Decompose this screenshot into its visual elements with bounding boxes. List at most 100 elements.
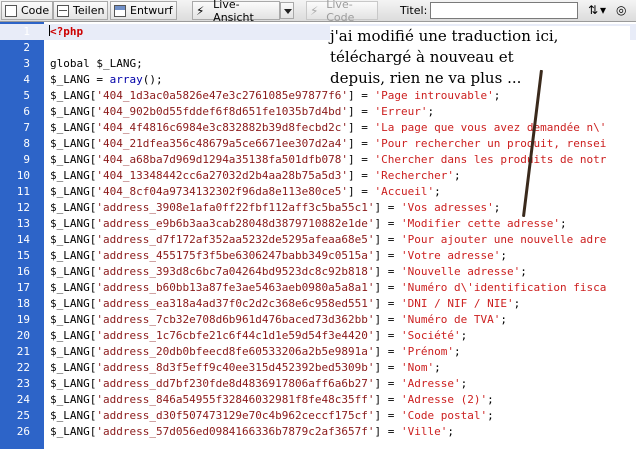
code-token: ] = xyxy=(348,105,375,118)
line-number: 26 xyxy=(16,425,30,438)
code-token: 'address_dd7bf230fde8d4836917806aff6a6b2… xyxy=(96,377,375,390)
line-code: $_LANG['address_3908e1afa0ff22fbf112aff3… xyxy=(50,200,500,216)
line-number: 4 xyxy=(23,73,30,86)
code-token: $_LANG[ xyxy=(50,329,97,342)
annotation-line-2: téléchargé à nouveau et xyxy=(330,48,514,66)
code-token: 'address_455175f3f5be6306247babb349c0515… xyxy=(96,249,375,262)
line-code: $_LANG['address_ea318a4ad37f0c2d2c368e6c… xyxy=(50,296,520,312)
code-line[interactable]: 11 $_LANG['404_8cf04a9734132302f96da8e113… xyxy=(0,184,636,200)
code-line[interactable]: 13 $_LANG['address_e9b6b3aa3cab28048d3879… xyxy=(0,216,636,232)
code-token: 'address_3908e1afa0ff22fbf112aff3c5ba55c… xyxy=(96,201,375,214)
file-management-dropdown-icon[interactable]: ▾ xyxy=(600,3,606,17)
code-token: 'Ville' xyxy=(401,425,448,438)
code-line[interactable]: 26 $_LANG['address_57d056ed0984166336b787… xyxy=(0,424,636,440)
code-token: ] = xyxy=(374,233,402,246)
code-token: 'Société' xyxy=(401,329,461,342)
code-token: 'Modifier cette adresse' xyxy=(401,217,560,230)
code-token: $_LANG[ xyxy=(50,217,97,230)
code-line[interactable]: 14 $_LANG['address_d7f172af352aa5232de529… xyxy=(0,232,636,248)
design-view-label: Entwurf xyxy=(130,4,173,17)
code-line[interactable]: 23 $_LANG['address_dd7bf230fde8d483691780… xyxy=(0,376,636,392)
code-token: 'Numéro de TVA' xyxy=(401,313,501,326)
code-line[interactable]: 22 $_LANG['address_8d3f5eff9c40ee315d4523… xyxy=(0,360,636,376)
line-code: $_LANG['address_d7f172af352aa5232de5295a… xyxy=(50,232,606,248)
code-token: ] = xyxy=(374,329,402,342)
split-view-label: Teilen xyxy=(73,4,105,17)
code-line[interactable]: 25 $_LANG['address_d30f507473129e70c4b962… xyxy=(0,408,636,424)
code-line[interactable]: 8 $_LANG['404_21dfea356c48679a5ce6671ee30… xyxy=(0,136,636,152)
split-view-button[interactable]: Teilen xyxy=(53,1,109,20)
line-code: $_LANG['404_8cf04a9734132302f96da8e113e8… xyxy=(50,184,441,200)
code-line[interactable]: 20 $_LANG['address_1c76cbfe21c6f44c1d1e59… xyxy=(0,328,636,344)
title-input[interactable] xyxy=(430,2,578,19)
line-code: global $_LANG; xyxy=(50,56,143,72)
code-token: $_LANG[ xyxy=(50,345,97,358)
code-token: $_LANG[ xyxy=(50,377,97,390)
code-token: ; xyxy=(454,345,461,358)
code-token: ; xyxy=(460,377,468,390)
code-line[interactable]: 16 $_LANG['address_393d8c6bc7a04264bd9523… xyxy=(0,264,636,280)
code-token: 'Chercher dans les produits de notr xyxy=(374,153,607,166)
code-token: $_LANG[ xyxy=(50,169,97,182)
code-line[interactable]: 15 $_LANG['address_455175f3f5be6306247bab… xyxy=(0,248,636,264)
code-line[interactable]: 24 $_LANG['address_846a54955f32846032981f… xyxy=(0,392,636,408)
code-token: 'Vos adresses' xyxy=(401,201,494,214)
code-line[interactable]: 10 $_LANG['404_13348442cc6a27032d2b4aa28b… xyxy=(0,168,636,184)
code-token: 'address_7cb32e708d6b961d476baced73d362b… xyxy=(96,313,375,326)
code-line[interactable]: 21 $_LANG['address_20db0bfeecd8fe60533206… xyxy=(0,344,636,360)
code-token: ] = xyxy=(348,169,375,182)
code-token: 'Page introuvable' xyxy=(374,89,494,102)
code-token: $_LANG[ xyxy=(50,313,97,326)
code-token: 'Prénom' xyxy=(401,345,454,358)
line-number: 11 xyxy=(16,185,30,198)
annotation-note: j'ai modifié une traduction ici, télécha… xyxy=(330,26,630,89)
line-number: 18 xyxy=(16,297,30,310)
code-line[interactable]: 18 $_LANG['address_ea318a4ad37f0c2d2c368e… xyxy=(0,296,636,312)
code-token: $_LANG[ xyxy=(50,265,97,278)
code-token: ; xyxy=(493,89,501,102)
code-token: 'address_b60bb13a87fe3ae5463aeb0980a5a8a… xyxy=(96,281,375,294)
line-number: 12 xyxy=(16,201,30,214)
live-view-dropdown[interactable] xyxy=(280,2,294,19)
code-token: 'address_8d3f5eff9c40ee315d452392bed5309… xyxy=(96,361,375,374)
code-line[interactable]: 9 $_LANG['404_a68ba7d969d1294a35138fa501d… xyxy=(0,152,636,168)
text-cursor xyxy=(49,25,50,36)
code-token: 'Code postal' xyxy=(401,409,488,422)
code-line[interactable]: 7 $_LANG['404_4f4816c6984e3c832882b39d8fe… xyxy=(0,120,636,136)
code-token: ] = xyxy=(348,137,375,150)
code-line[interactable]: 12 $_LANG['address_3908e1afa0ff22fbf112af… xyxy=(0,200,636,216)
browser-preview-icon[interactable]: ◎ xyxy=(616,3,626,17)
line-code: $_LANG['address_e9b6b3aa3cab28048d387971… xyxy=(50,216,567,232)
line-number: 22 xyxy=(16,361,30,374)
code-token: '404_a68ba7d969d1294a35138fa501dfb078' xyxy=(96,153,349,166)
split-view-icon xyxy=(57,4,69,17)
annotation-line-1: j'ai modifié une traduction ici, xyxy=(330,27,559,45)
line-code: $_LANG['address_7cb32e708d6b961d476baced… xyxy=(50,312,507,328)
code-token: ; xyxy=(559,217,567,230)
code-token: ; xyxy=(513,297,521,310)
file-management-icon[interactable]: ⇅ xyxy=(588,3,598,17)
code-line[interactable]: 6 $_LANG['404_902b0d55fddef6f8d651fe1035b… xyxy=(0,104,636,120)
line-number: 15 xyxy=(16,249,30,262)
code-line[interactable]: 5 $_LANG['404_1d3ac0a5826e47e3c2761085e97… xyxy=(0,88,636,104)
code-token: '404_4f4816c6984e3c832882b39d8fecbd2c' xyxy=(96,121,349,134)
live-code-icon: ⚡ xyxy=(310,3,319,18)
code-token: 'address_393d8c6bc7a04264bd9523dc8c92b81… xyxy=(96,265,375,278)
line-number: 3 xyxy=(23,57,30,70)
code-token: $_LANG[ xyxy=(50,297,97,310)
document-toolbar: Code Teilen Entwurf ⚡ Live-Ansicht ⚡ Liv… xyxy=(0,0,636,24)
code-line[interactable]: 19 $_LANG['address_7cb32e708d6b961d476bac… xyxy=(0,312,636,328)
code-line[interactable]: 17 $_LANG['address_b60bb13a87fe3ae5463aeb… xyxy=(0,280,636,296)
line-number: 7 xyxy=(23,121,30,134)
line-code: $_LANG['address_8d3f5eff9c40ee315d452392… xyxy=(50,360,441,376)
code-token: array xyxy=(109,73,143,86)
live-view-button[interactable]: ⚡ Live-Ansicht xyxy=(192,0,280,24)
design-view-button[interactable]: Entwurf xyxy=(110,1,177,20)
code-token: ] = xyxy=(374,313,402,326)
code-token: 'Nom' xyxy=(401,361,435,374)
code-token: ] = xyxy=(348,185,375,198)
code-view-button[interactable]: Code xyxy=(1,1,54,20)
line-code: $_LANG['404_902b0d55fddef6f8d651fe1035b7… xyxy=(50,104,434,120)
code-token: $_LANG[ xyxy=(50,121,97,134)
code-token: 'address_20db0bfeecd8fe60533206a2b5e9891… xyxy=(96,345,375,358)
